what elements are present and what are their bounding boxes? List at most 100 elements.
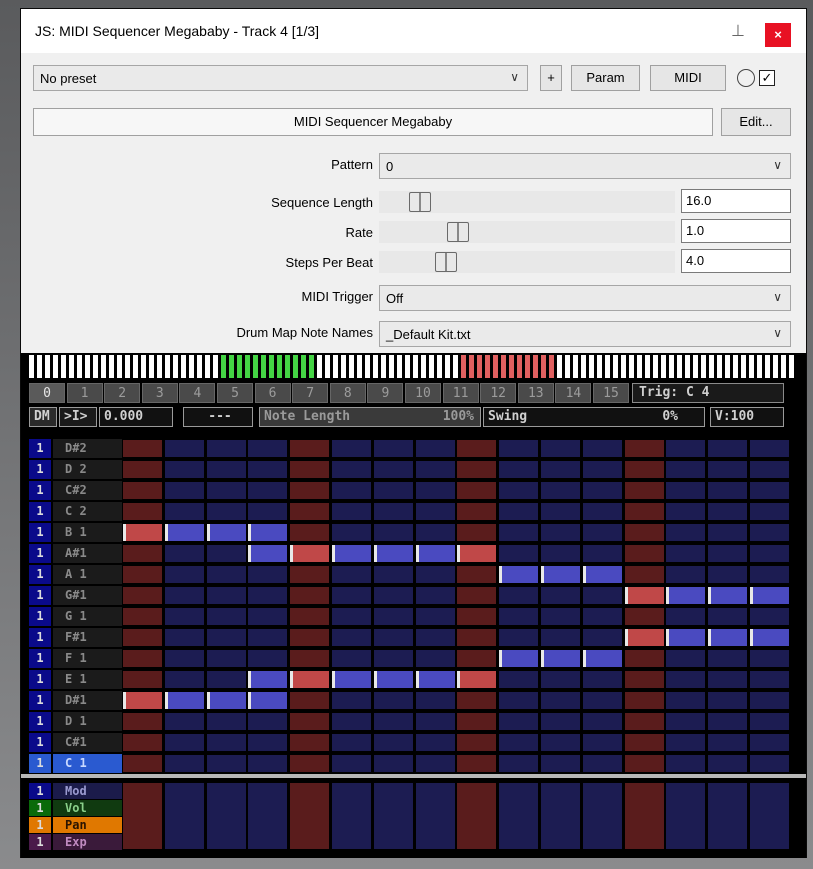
sequence-length-slider[interactable] [379,191,675,213]
step-key[interactable] [749,355,754,378]
step-key[interactable] [125,355,130,378]
step-cell[interactable] [415,671,455,688]
step-cell[interactable] [206,650,246,667]
step-key[interactable] [573,355,578,378]
note-row-label[interactable]: 1A 1 [29,565,122,584]
step-cell[interactable] [206,461,246,478]
step-key[interactable] [117,355,122,378]
step-cell[interactable] [750,566,789,583]
step-cell[interactable] [666,482,706,499]
step-cell[interactable] [373,545,413,562]
step-number[interactable]: 13 [517,383,554,403]
step-key[interactable] [101,355,106,378]
controller-row-label[interactable]: 1 Exp [29,834,122,850]
step-cell[interactable] [123,587,162,604]
step-key[interactable] [189,355,194,378]
step-cell[interactable] [123,629,162,646]
midi-button[interactable]: MIDI [650,65,726,91]
step-cell[interactable] [541,650,580,667]
step-key[interactable] [261,355,266,378]
step-key[interactable] [133,355,138,378]
step-cell[interactable] [541,524,580,541]
step-key[interactable] [669,355,674,378]
step-cell[interactable] [750,461,789,478]
step-cell[interactable] [582,440,622,457]
step-key[interactable] [693,355,698,378]
step-key[interactable] [77,355,82,378]
step-cell[interactable] [624,524,664,541]
step-cell[interactable] [206,755,246,772]
step-cell[interactable] [708,650,748,667]
step-key[interactable] [789,355,794,378]
pin-icon[interactable]: ⊥ [731,21,745,41]
note-row-label[interactable]: 1D 2 [29,460,122,479]
step-cell[interactable] [164,755,204,772]
step-key[interactable] [69,355,74,378]
step-key[interactable] [757,355,762,378]
step-cell[interactable] [666,587,706,604]
step-cell[interactable] [415,566,455,583]
step-cell[interactable] [373,755,413,772]
step-cell[interactable] [248,629,288,646]
step-number[interactable]: 8 [329,383,366,403]
step-cell[interactable] [290,734,330,751]
step-cell[interactable] [582,755,622,772]
close-button[interactable]: × [765,23,791,47]
step-cell[interactable] [750,713,789,730]
step-cell[interactable] [666,755,706,772]
step-key[interactable] [661,355,666,378]
step-cell[interactable] [708,755,748,772]
step-key[interactable] [565,355,570,378]
step-key[interactable] [589,355,594,378]
step-cell[interactable] [624,482,664,499]
step-cell[interactable] [666,734,706,751]
step-cell[interactable] [290,713,330,730]
drum-map-toggle[interactable]: DM [29,407,57,427]
step-key[interactable] [437,355,442,378]
wet-knob-icon[interactable] [737,69,755,87]
step-key[interactable] [525,355,530,378]
step-number[interactable]: 11 [442,383,479,403]
step-cell[interactable] [457,713,497,730]
step-key[interactable] [741,355,746,378]
step-cell[interactable] [373,503,413,520]
step-cell[interactable] [248,482,288,499]
step-key[interactable] [765,355,770,378]
step-cell[interactable] [415,503,455,520]
controller-row-label[interactable]: 1 Mod [29,783,122,799]
step-cell[interactable] [708,461,748,478]
controller-cell[interactable] [206,783,246,849]
step-cell[interactable] [290,755,330,772]
step-cell[interactable] [373,587,413,604]
step-cell[interactable] [123,503,162,520]
step-cell[interactable] [164,566,204,583]
step-cell[interactable] [457,461,497,478]
step-cell[interactable] [248,587,288,604]
step-cell[interactable] [541,587,580,604]
step-cell[interactable] [248,692,288,709]
step-cell[interactable] [582,566,622,583]
pattern-dropdown[interactable]: 0 ∨ [379,153,791,179]
step-key[interactable] [605,355,610,378]
step-cell[interactable] [415,755,455,772]
step-key[interactable] [381,355,386,378]
step-cell[interactable] [624,755,664,772]
step-cell[interactable] [708,713,748,730]
step-cell[interactable] [248,545,288,562]
step-cell[interactable] [457,524,497,541]
step-cell[interactable] [415,440,455,457]
step-cell[interactable] [582,734,622,751]
step-cell[interactable] [248,755,288,772]
step-number[interactable]: 4 [179,383,216,403]
step-key[interactable] [501,355,506,378]
step-cell[interactable] [666,461,706,478]
step-cell[interactable] [290,692,330,709]
step-key[interactable] [645,355,650,378]
step-number[interactable]: 7 [292,383,329,403]
step-cell[interactable] [541,461,580,478]
steps-per-beat-slider[interactable] [379,251,675,273]
step-cell[interactable] [415,713,455,730]
step-number[interactable]: 14 [555,383,592,403]
step-cell[interactable] [624,545,664,562]
swing-control[interactable]: Swing 0% [483,407,705,427]
